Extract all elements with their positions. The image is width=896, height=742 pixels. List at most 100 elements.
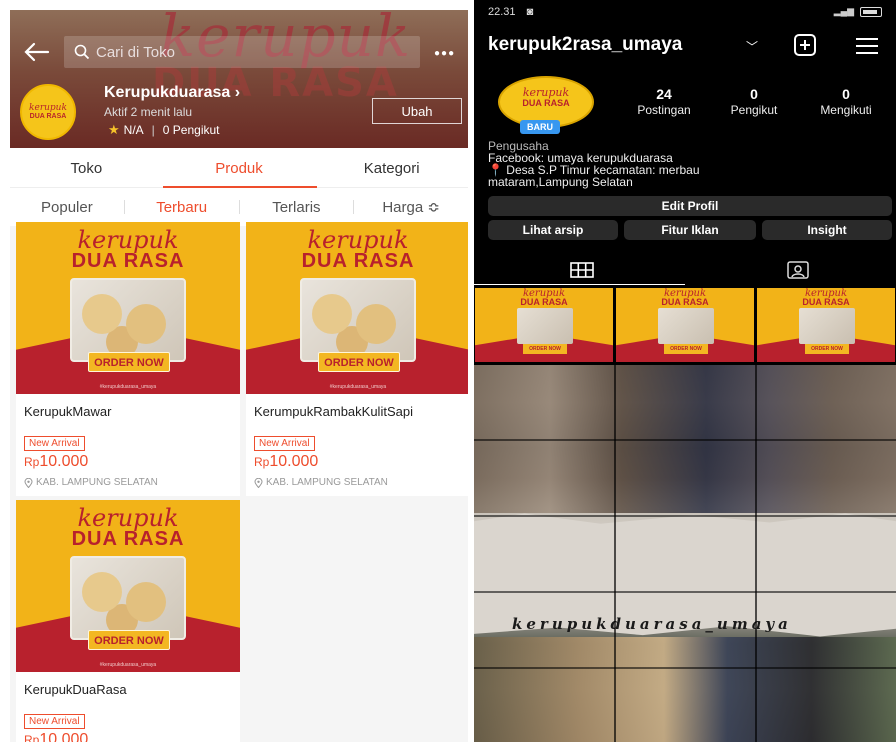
shop-avatar-script: kerupuk <box>29 103 67 113</box>
sort-terlaris[interactable]: Terlaris <box>240 199 354 216</box>
collage-caption: kerupukduarasa_umaya <box>512 615 792 633</box>
product-image: kerupuk DUA RASA ORDER NOW #kerupukduara… <box>16 222 240 394</box>
tagged-photos-icon[interactable] <box>786 260 810 280</box>
shop-name[interactable]: Kerupukduarasa › <box>104 84 240 102</box>
tab-produk[interactable]: Produk <box>162 148 317 188</box>
shop-rating: N/A <box>123 123 144 137</box>
chevron-right-icon: › <box>234 84 241 101</box>
grid-view-icon[interactable] <box>570 262 594 278</box>
shop-followers: 0 Pengikut <box>162 123 220 137</box>
order-now-label: ORDER NOW <box>88 630 170 650</box>
post-grid: kerupuk DUA RASA ORDER NOW kerupuk DUA R… <box>474 287 896 742</box>
profile-username[interactable]: kerupuk2rasa_umaya <box>488 34 682 56</box>
stat-followers[interactable]: 0 Pengikut <box>714 86 794 117</box>
product-location: KAB. LAMPUNG SELATAN <box>246 471 468 496</box>
stat-posts-label: Postingan <box>637 103 691 117</box>
post-order-now: ORDER NOW <box>664 344 708 354</box>
signal-icon: ▂▄▆ <box>833 6 854 16</box>
location-text: KAB. LAMPUNG SELATAN <box>36 477 158 488</box>
post-thumbnail[interactable]: kerupuk DUA RASA ORDER NOW <box>474 287 614 363</box>
stat-followers-value: 0 <box>750 86 758 102</box>
sort-populer[interactable]: Populer <box>10 199 124 216</box>
more-options-icon[interactable]: ●●● <box>434 48 455 59</box>
create-post-icon[interactable] <box>794 34 816 56</box>
location-text: KAB. LAMPUNG SELATAN <box>266 477 388 488</box>
new-arrival-badge: New Arrival <box>254 436 315 451</box>
product-card[interactable]: kerupuk DUA RASA ORDER NOW #kerupukduara… <box>246 222 468 496</box>
active-tab-indicator <box>474 284 685 285</box>
star-icon: ★ <box>108 122 120 137</box>
product-price: Rp10.000 <box>16 451 240 471</box>
price-currency: Rp <box>24 733 40 742</box>
stat-following-label: Mengikuti <box>820 103 872 117</box>
post-package <box>658 308 714 344</box>
chevron-down-icon[interactable]: ﹀ <box>746 38 758 55</box>
stat-following[interactable]: 0 Mengikuti <box>806 86 886 117</box>
product-image: kerupuk DUA RASA ORDER NOW #kerupukduara… <box>246 222 468 394</box>
shop-avatar-title: DUA RASA <box>29 113 67 120</box>
product-card[interactable]: kerupuk DUA RASA ORDER NOW #kerupukduara… <box>16 500 240 742</box>
shop-search-input[interactable]: Cari di Toko <box>64 36 420 68</box>
product-package <box>70 556 186 640</box>
price-currency: Rp <box>254 455 270 469</box>
price-currency: Rp <box>24 455 40 469</box>
product-package <box>300 278 416 362</box>
avatar-title: DUA RASA <box>522 98 570 108</box>
shop-name-text: Kerupukduarasa <box>104 84 231 101</box>
product-package <box>70 278 186 362</box>
image-title: DUA RASA <box>71 250 185 272</box>
product-name: KerupukMawar <box>24 404 112 419</box>
shop-main-tabs: Toko Produk Kategori <box>10 148 468 188</box>
order-now-label: ORDER NOW <box>318 352 400 372</box>
image-handle: #kerupukduarasa_umaya <box>329 384 387 390</box>
product-location: KAB. LAMPUNG SELATAN <box>16 471 240 496</box>
grid-divider <box>474 667 896 669</box>
product-name: KerupukDuaRasa <box>24 682 127 697</box>
insight-button[interactable]: Insight <box>762 220 892 240</box>
new-arrival-badge: New Arrival <box>24 714 85 729</box>
edit-profile-button[interactable]: Edit Profil <box>488 196 892 216</box>
post-thumbnail[interactable]: kerupuk DUA RASA ORDER NOW <box>756 287 896 363</box>
image-title: DUA RASA <box>71 528 185 550</box>
shop-avatar[interactable]: kerupuk DUA RASA <box>20 84 76 140</box>
product-image: kerupuk DUA RASA ORDER NOW #kerupukduara… <box>16 500 240 672</box>
post-title: DUA RASA <box>661 297 709 307</box>
collage-outdoor-photo <box>474 637 896 742</box>
product-card[interactable]: kerupuk DUA RASA ORDER NOW #kerupukduara… <box>16 222 240 496</box>
shop-active-status: Aktif 2 menit lalu <box>104 105 193 119</box>
ads-tools-button[interactable]: Fitur Iklan <box>624 220 756 240</box>
sort-harga[interactable]: Harga ≎ <box>354 198 468 216</box>
edit-shop-button[interactable]: Ubah <box>372 98 462 124</box>
post-thumbnail[interactable]: kerupuk DUA RASA ORDER NOW <box>615 287 755 363</box>
grid-divider <box>474 439 896 441</box>
stat-posts[interactable]: 24 Postingan <box>624 86 704 117</box>
price-value: 10.000 <box>269 453 319 470</box>
shop-rating-row: ★ N/A | 0 Pengikut <box>108 122 220 138</box>
photo-collage-posts[interactable]: kerupukduarasa_umaya <box>474 365 896 742</box>
sort-terbaru[interactable]: Terbaru <box>125 199 239 216</box>
stat-followers-label: Pengikut <box>730 103 778 117</box>
tab-kategori[interactable]: Kategori <box>315 148 468 187</box>
tab-toko[interactable]: Toko <box>10 148 163 187</box>
divider: | <box>151 123 155 137</box>
hamburger-menu-icon[interactable] <box>856 38 878 54</box>
grid-divider <box>474 591 896 593</box>
post-order-now: ORDER NOW <box>805 344 849 354</box>
image-title: DUA RASA <box>301 250 415 272</box>
post-title: DUA RASA <box>520 297 568 307</box>
stat-posts-value: 24 <box>656 86 672 102</box>
stat-following-value: 0 <box>842 86 850 102</box>
location-pin-icon <box>254 477 263 488</box>
image-handle: #kerupukduarasa_umaya <box>99 662 157 668</box>
view-archive-button[interactable]: Lihat arsip <box>488 220 618 240</box>
sort-tabs: Populer Terbaru Terlaris Harga ≎ <box>10 188 468 226</box>
status-bar-icons: ▂▄▆ <box>834 6 882 17</box>
instagram-profile-screen: 22.31 ◙ ▂▄▆ kerupuk2rasa_umaya ﹀ kerupuk… <box>474 0 896 742</box>
back-arrow-icon[interactable] <box>24 42 50 62</box>
post-order-now: ORDER NOW <box>523 344 567 354</box>
shopee-shop-screen: kerupuk DUA RASA Cari di Toko ●●● kerupu… <box>10 10 468 742</box>
new-arrival-badge: New Arrival <box>24 436 85 451</box>
post-title: DUA RASA <box>802 297 850 307</box>
product-price: Rp10.000 <box>16 729 240 742</box>
shop-header: kerupuk DUA RASA Cari di Toko ●●● kerupu… <box>10 10 468 148</box>
